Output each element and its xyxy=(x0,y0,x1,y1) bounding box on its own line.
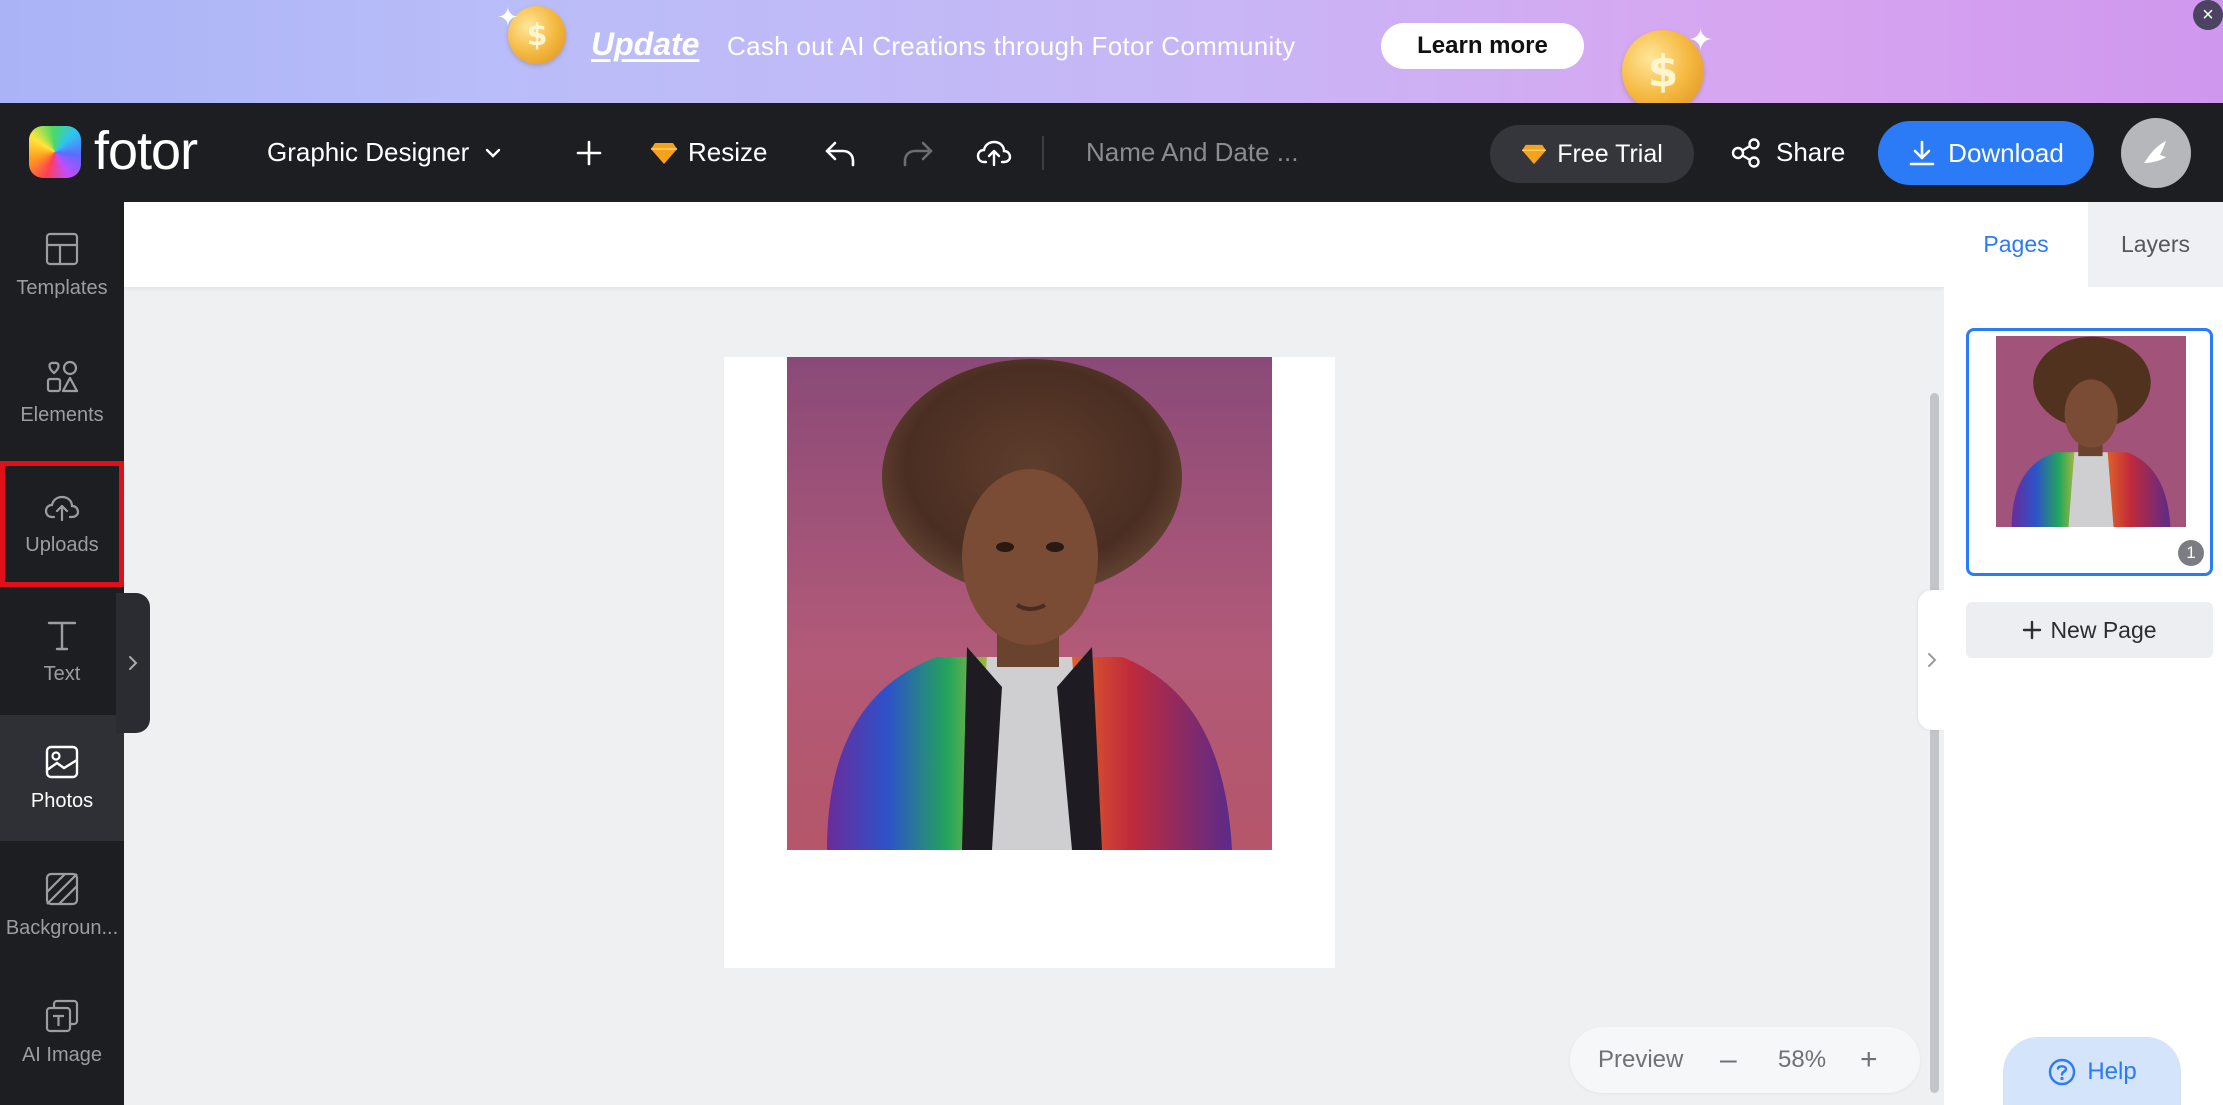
canvas-photo[interactable] xyxy=(787,357,1272,850)
download-icon xyxy=(1909,140,1935,166)
new-page-label: New Page xyxy=(2050,616,2157,643)
plus-icon xyxy=(2023,620,2042,640)
project-type-label: Graphic Designer xyxy=(267,137,470,167)
resize-button[interactable]: Resize xyxy=(650,103,767,202)
text-icon xyxy=(47,621,77,650)
sidebar-label: Photos xyxy=(30,789,94,812)
elements-icon xyxy=(46,360,79,392)
templates-icon xyxy=(45,232,79,265)
promo-banner: $ ✦ Update Cash out AI Creations through… xyxy=(0,0,2223,112)
learn-more-button[interactable]: Learn more xyxy=(1381,23,1584,69)
page-thumbnail[interactable]: 1 xyxy=(1966,328,2213,576)
page-thumbnail-image xyxy=(1996,336,2186,527)
sidebar-item-background[interactable]: Backgroun... xyxy=(0,842,124,968)
free-trial-button[interactable]: Free Trial xyxy=(1490,125,1694,183)
diamond-icon xyxy=(1522,144,1547,165)
document-name-field[interactable]: Name And Date ... xyxy=(1086,103,1298,202)
add-button[interactable] xyxy=(574,103,604,202)
chevron-right-icon xyxy=(129,656,138,670)
bird-avatar-icon xyxy=(2144,141,2166,163)
tab-pages[interactable]: Pages xyxy=(1944,202,2088,287)
resize-label: Resize xyxy=(688,137,768,167)
collapse-sidebar-handle[interactable] xyxy=(116,593,150,733)
redo-button[interactable] xyxy=(901,103,935,202)
background-icon xyxy=(45,872,79,905)
right-panel: Pages Layers 1 New Page Help xyxy=(1944,202,2223,1105)
help-label: Help xyxy=(2087,1058,2137,1085)
fotor-logo-text[interactable]: fotor xyxy=(94,121,198,181)
left-sidebar: Templates Elements Uploads Text Photos B… xyxy=(0,202,124,1105)
sidebar-item-photos[interactable]: Photos xyxy=(0,715,124,841)
question-circle-icon xyxy=(2049,1058,2076,1086)
share-icon xyxy=(1731,137,1760,168)
plus-icon xyxy=(576,140,602,165)
sidebar-item-ai-image[interactable]: AI Image xyxy=(0,969,124,1095)
close-banner-button[interactable]: × xyxy=(2193,0,2223,30)
zoom-level[interactable]: 58% xyxy=(1778,1046,1826,1074)
diamond-icon xyxy=(651,142,677,164)
free-trial-label: Free Trial xyxy=(1557,139,1663,168)
top-toolbar: fotor Graphic Designer Resize Name And D… xyxy=(0,103,2223,202)
download-label: Download xyxy=(1948,137,2064,168)
share-button[interactable]: Share xyxy=(1730,103,1845,202)
sidebar-label: Elements xyxy=(20,403,104,426)
sidebar-label: Backgroun... xyxy=(5,916,119,939)
fotor-logo-icon[interactable] xyxy=(29,126,81,178)
download-button[interactable]: Download xyxy=(1878,121,2094,185)
ai-image-icon xyxy=(45,999,79,1032)
photos-icon xyxy=(45,745,79,778)
sidebar-item-text[interactable]: Text xyxy=(0,588,124,714)
undo-icon xyxy=(825,141,855,166)
redo-icon xyxy=(903,141,933,166)
preview-button[interactable]: Preview xyxy=(1598,1046,1683,1074)
toolbar-divider xyxy=(1042,136,1044,170)
sidebar-item-templates[interactable]: Templates xyxy=(0,202,124,328)
sidebar-label: AI Image xyxy=(21,1043,103,1066)
new-page-button[interactable]: New Page xyxy=(1966,602,2213,658)
chevron-right-icon xyxy=(1928,653,1937,667)
expand-right-panel-handle[interactable] xyxy=(1918,590,1946,730)
banner-update-tag: Update xyxy=(591,25,700,62)
vertical-scrollbar[interactable] xyxy=(1930,393,1939,1093)
sidebar-item-elements[interactable]: Elements xyxy=(0,329,124,455)
sidebar-item-uploads[interactable]: Uploads xyxy=(0,461,124,587)
save-cloud-button[interactable] xyxy=(976,103,1012,202)
sidebar-label: Uploads xyxy=(25,533,99,556)
chevron-down-icon xyxy=(486,148,501,158)
zoom-in-button[interactable]: + xyxy=(1860,1043,1878,1077)
sparkle-icon: ✦ xyxy=(497,2,519,32)
context-toolbar xyxy=(124,202,1944,287)
zoom-control: Preview – 58% + xyxy=(1570,1027,1920,1093)
sidebar-label: Templates xyxy=(16,276,108,299)
undo-button[interactable] xyxy=(823,103,857,202)
share-label: Share xyxy=(1776,137,1846,167)
zoom-out-button[interactable]: – xyxy=(1720,1043,1737,1077)
page-number-badge: 1 xyxy=(2178,540,2204,566)
project-type-dropdown[interactable]: Graphic Designer xyxy=(267,103,503,202)
help-button[interactable]: Help xyxy=(2003,1037,2181,1105)
user-avatar[interactable] xyxy=(2121,118,2191,188)
upload-cloud-icon xyxy=(44,495,80,521)
banner-message: Cash out AI Creations through Fotor Comm… xyxy=(727,31,1296,61)
tab-layers[interactable]: Layers xyxy=(2088,202,2223,287)
portrait-image xyxy=(787,357,1272,850)
cloud-upload-icon xyxy=(976,140,1012,166)
sparkle-icon: ✦ xyxy=(1688,24,1714,57)
sidebar-label: Text xyxy=(43,662,81,685)
